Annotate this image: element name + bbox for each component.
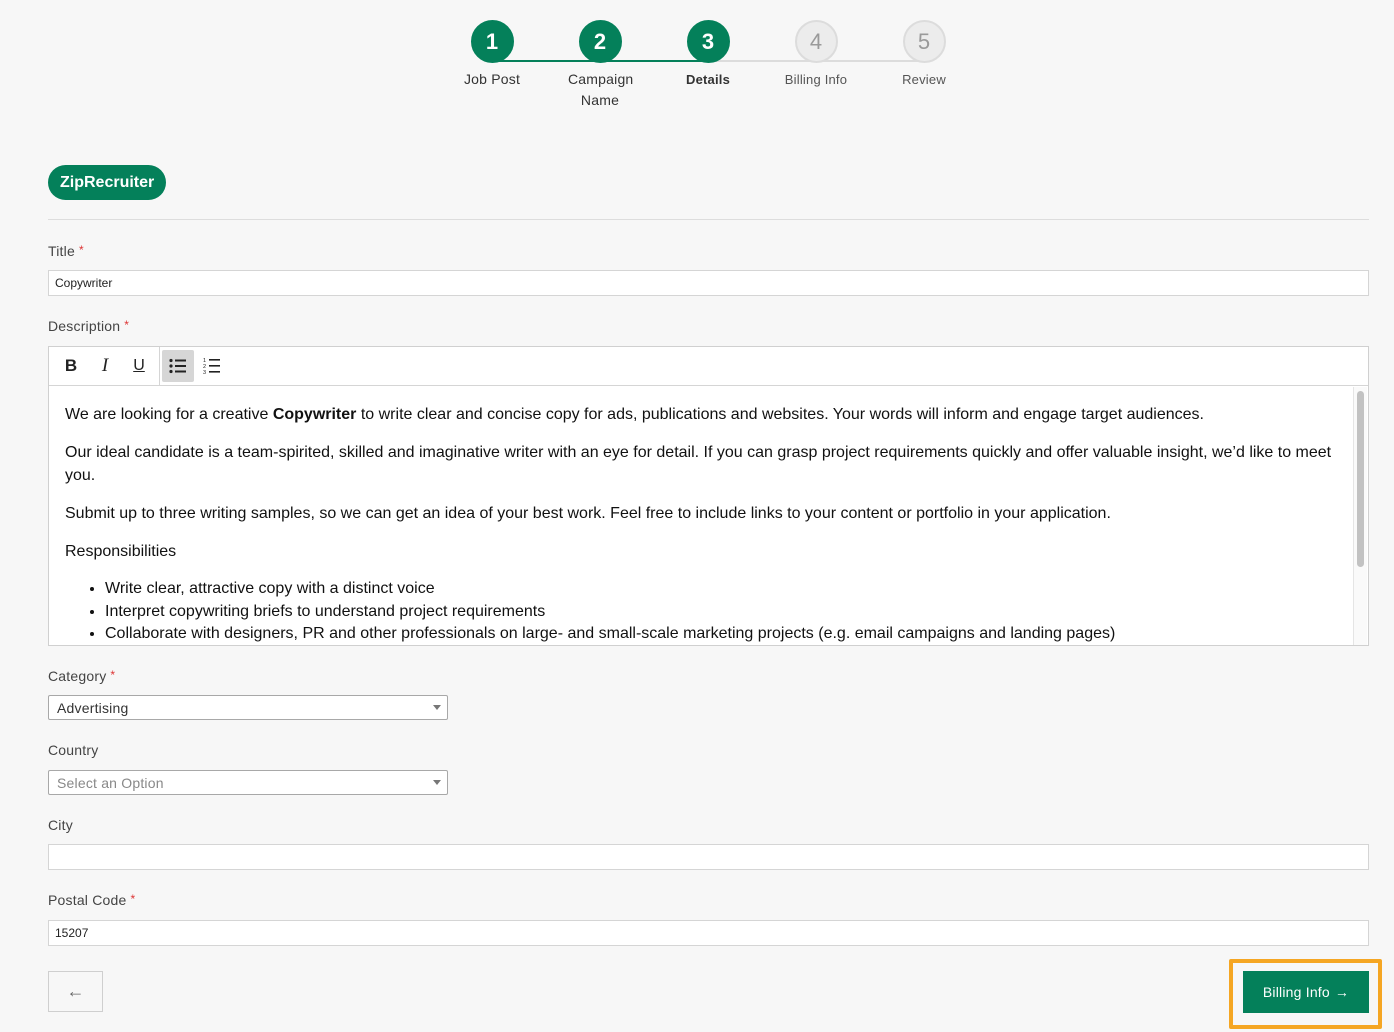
editor-toolbar: B I U 1 2 3 <box>49 346 1368 386</box>
postal-code-label: Postal Code * <box>48 892 135 908</box>
italic-icon[interactable]: I <box>89 350 121 382</box>
text-run-bold: Copywriter <box>272 406 357 423</box>
step-number: 3 <box>686 20 730 63</box>
step-label: Details <box>685 72 731 87</box>
step-review: 5 Review <box>870 20 978 90</box>
step-label: Campaign Name <box>568 71 634 108</box>
city-input[interactable] <box>48 844 1369 870</box>
description-editor: B I U 1 2 3 We are looking for a creativ… <box>48 346 1369 646</box>
responsibilities-list: Write clear, attractive copy with a dist… <box>105 578 1338 645</box>
required-marker: * <box>124 318 130 332</box>
step-label: Review <box>902 72 946 87</box>
toolbar-separator <box>159 346 160 386</box>
required-marker: * <box>130 892 136 906</box>
required-marker: * <box>78 243 84 257</box>
description-label-text: Description <box>48 318 121 334</box>
editor-scrollbar[interactable] <box>1353 387 1367 645</box>
list-item: Collaborate with designers, PR and other… <box>105 623 1338 645</box>
step-details: 3 Details <box>654 20 762 90</box>
category-label-text: Category <box>48 668 107 684</box>
billing-info-next-button[interactable]: Billing Info → <box>1243 971 1369 1013</box>
country-placeholder: Select an Option <box>57 775 164 791</box>
category-selected-value: Advertising <box>57 700 129 716</box>
country-select[interactable]: Select an Option <box>48 770 448 795</box>
back-button[interactable]: ← <box>48 971 103 1012</box>
text-run: to write clear and concise copy for ads,… <box>356 406 1204 423</box>
responsibilities-heading: Responsibilities <box>65 543 177 560</box>
category-label: Category * <box>48 668 115 684</box>
step-number: 1 <box>470 20 514 63</box>
step-billing-info: 4 Billing Info <box>762 20 870 90</box>
step-number: 4 <box>794 20 838 63</box>
description-paragraph: Submit up to three writing samples, so w… <box>65 505 1111 522</box>
arrow-left-icon: ← <box>66 981 85 1001</box>
step-number: 2 <box>578 20 622 63</box>
svg-text:3: 3 <box>203 370 206 375</box>
chevron-down-icon <box>433 780 441 785</box>
list-item: Interpret copywriting briefs to understa… <box>105 601 1338 624</box>
required-marker: * <box>110 668 116 682</box>
scrollbar-thumb[interactable] <box>1357 391 1364 567</box>
next-button-label: Billing Info <box>1262 984 1330 1000</box>
underline-icon[interactable]: U <box>123 350 155 382</box>
numbered-list-icon[interactable]: 1 2 3 <box>196 350 228 382</box>
description-content[interactable]: We are looking for a creative Copywriter… <box>49 387 1354 645</box>
title-input[interactable] <box>48 270 1369 296</box>
progress-stepper: 1 Job Post 2 Campaign Name 3 Details 4 B… <box>0 20 1394 120</box>
postal-code-input[interactable] <box>48 920 1369 946</box>
country-label: Country <box>48 742 99 758</box>
step-label: Job Post <box>463 71 521 87</box>
title-label: Title * <box>48 243 84 259</box>
arrow-right-icon: → <box>1334 984 1350 1000</box>
bullet-list-icon[interactable] <box>162 350 194 382</box>
title-label-text: Title <box>48 243 75 259</box>
text-run: We are looking for a creative <box>65 406 273 423</box>
ziprecruiter-badge: ZipRecruiter <box>48 165 167 200</box>
step-campaign-name[interactable]: 2 Campaign Name <box>546 20 654 111</box>
city-label: City <box>48 817 73 833</box>
chevron-down-icon <box>433 705 441 710</box>
step-label: Billing Info <box>784 72 848 87</box>
description-label: Description * <box>48 318 129 334</box>
category-select[interactable]: Advertising <box>48 695 448 720</box>
bold-icon[interactable]: B <box>55 350 87 382</box>
postal-code-label-text: Postal Code <box>48 892 127 908</box>
section-divider <box>48 219 1369 220</box>
step-number: 5 <box>902 20 946 63</box>
step-job-post[interactable]: 1 Job Post <box>438 20 546 90</box>
description-paragraph: We are looking for a creative Copywriter… <box>65 403 1338 426</box>
list-item: Write clear, attractive copy with a dist… <box>105 578 1338 601</box>
description-paragraph: Our ideal candidate is a team-spirited, … <box>65 444 1332 484</box>
